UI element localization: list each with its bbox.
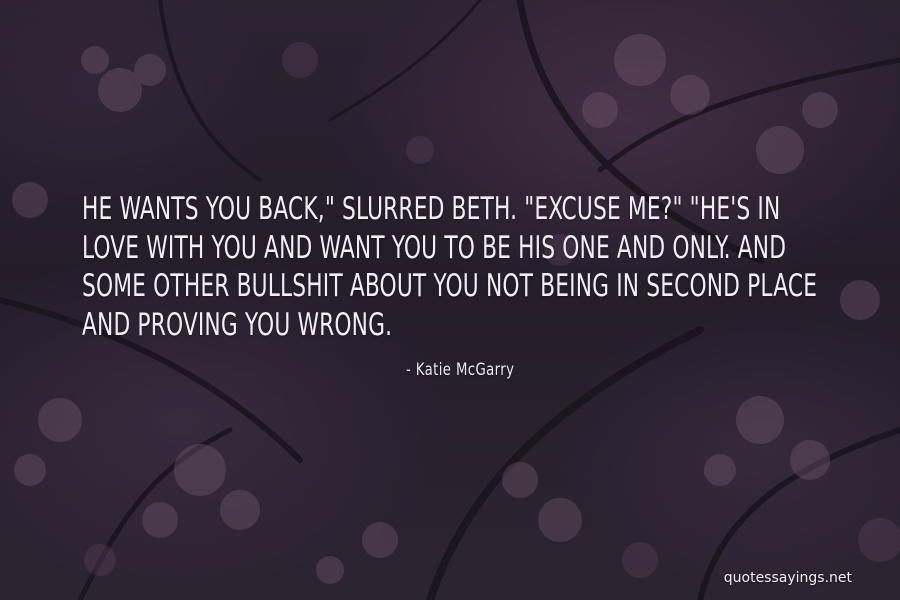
quote-author: - Katie McGarry [406,360,515,380]
quote-image: He wants you back," slurred Beth. "Excus… [0,0,900,600]
site-watermark: quotessayings.net [723,570,852,586]
quote-text: He wants you back," slurred Beth. "Excus… [82,191,818,343]
